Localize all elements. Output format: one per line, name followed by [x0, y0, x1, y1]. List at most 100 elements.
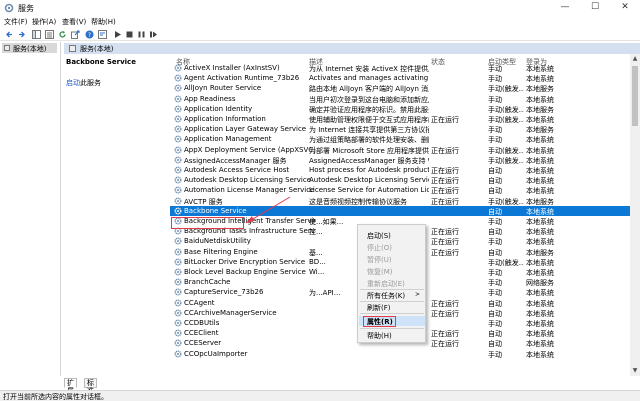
service-row[interactable]: Backbone Service 自动 本地系统 — [170, 205, 630, 216]
panel-header: 服务(本地) — [64, 43, 640, 54]
service-row[interactable]: CCOpcUaImporter 手动 本地系统 — [170, 349, 630, 359]
menu-file[interactable]: 文件(F) — [4, 17, 28, 27]
service-gear-icon — [174, 258, 182, 266]
service-name: App Readiness — [184, 94, 236, 103]
service-row[interactable]: Application Layer Gateway Service 为 Inter… — [170, 124, 630, 134]
service-row[interactable]: Agent Activation Runtime_73b26 Activates … — [170, 73, 630, 83]
service-gear-icon — [174, 278, 182, 286]
status-bar: 打开当前所选内容的属性对话框。 — [0, 390, 640, 401]
annotation-box-selected-service — [171, 217, 244, 229]
scrollbar-thumb[interactable] — [632, 66, 638, 126]
service-row[interactable]: App Readiness 当用户初次登录到这台电脑和添加新应用... 手动 本地系统 — [170, 94, 630, 104]
service-gear-icon — [174, 309, 182, 317]
submenu-arrow-icon: > — [414, 291, 420, 298]
console-tree-icon[interactable] — [31, 29, 42, 40]
context-menu-separator — [360, 328, 424, 329]
service-gear-icon — [174, 166, 182, 174]
context-menu-refresh[interactable]: 刷新(F) — [367, 303, 391, 313]
service-name: Application Information — [184, 115, 266, 123]
service-logon-as: 本地系统 — [526, 350, 554, 359]
list-view-icon[interactable] — [44, 29, 55, 40]
service-startup-type: 手动 — [488, 350, 502, 359]
services-node-icon — [4, 45, 10, 51]
service-gear-icon — [174, 146, 182, 154]
tab-standard[interactable]: 标准 — [84, 378, 97, 395]
refresh-icon[interactable] — [57, 29, 68, 40]
service-description: Activates and manages activating convers… — [309, 74, 429, 83]
tree-item-services-local[interactable]: 服务(本地) — [2, 43, 57, 53]
context-menu-all-tasks[interactable]: 所有任务(K) — [367, 291, 405, 301]
service-row[interactable]: Application Identity 确定并验证应用程序的标识。禁用此服务..… — [170, 104, 630, 114]
menu-help[interactable]: 帮助(H) — [91, 17, 116, 27]
service-row[interactable]: AVCTP 服务 这是音频视频控制传输协议服务 正在运行 手动(触发... 本地服务 — [170, 196, 630, 206]
export-icon[interactable] — [70, 29, 81, 40]
properties-icon[interactable] — [97, 29, 108, 40]
minimize-icon[interactable]: — — [550, 0, 580, 16]
service-name: Autodesk Access Service Host — [184, 166, 290, 174]
service-row[interactable]: AllJoyn Router Service 路由本地 AllJoyn 客户端的 … — [170, 83, 630, 93]
context-menu-start[interactable]: 启动(S) — [367, 231, 391, 241]
title-bar: 服务 — ☐ ✕ — [0, 0, 640, 16]
service-name: Base Filtering Engine — [184, 247, 258, 256]
service-row[interactable]: AssignedAccessManager 服务 AssignedAccessMa… — [170, 155, 630, 165]
context-menu-properties[interactable]: 属性(R) — [367, 317, 393, 327]
context-menu-separator — [360, 301, 424, 302]
toolbar: ? — [0, 28, 640, 41]
window-title: 服务 — [18, 4, 34, 13]
pause-icon[interactable] — [136, 29, 147, 40]
service-gear-icon — [174, 197, 182, 205]
service-name: BitLocker Drive Encryption Service — [184, 257, 306, 266]
services-app-icon — [4, 3, 14, 13]
menu-action[interactable]: 操作(A) — [32, 17, 56, 27]
service-name: Application Layer Gateway Service — [184, 125, 307, 134]
start-icon[interactable] — [112, 29, 123, 40]
service-name: Application Management — [184, 135, 272, 144]
context-menu-pause[interactable]: 暂停(U) — [367, 255, 392, 265]
service-gear-icon — [174, 64, 182, 72]
service-gear-icon — [174, 95, 182, 103]
service-description: Host process for Autodesk product a... — [309, 166, 429, 174]
service-name: CaptureService_73b26 — [184, 288, 264, 297]
service-name: Autodesk Desktop Licensing Service — [184, 176, 312, 185]
vertical-scrollbar[interactable]: ▲ ▼ — [630, 54, 640, 376]
service-gear-icon — [174, 329, 182, 337]
context-menu-restart[interactable]: 重新启动(E) — [367, 279, 405, 289]
service-row[interactable]: Autodesk Access Service Host Host process… — [170, 165, 630, 175]
scroll-down-icon[interactable]: ▼ — [630, 366, 640, 376]
service-name: CCEServer — [184, 339, 222, 348]
service-gear-icon — [174, 319, 182, 327]
tab-extended[interactable]: 扩展 — [64, 378, 77, 395]
service-gear-icon — [174, 125, 182, 133]
stop-icon[interactable] — [124, 29, 135, 40]
menu-view[interactable]: 查看(V) — [62, 17, 86, 27]
start-service-link[interactable]: 启动 — [66, 79, 80, 87]
start-service-link-line: 启动此服务 — [66, 78, 101, 88]
context-menu-help[interactable]: 帮助(H) — [367, 331, 392, 341]
service-row[interactable]: Application Information 使用辅助管理权限便于交互式应用程序… — [170, 114, 630, 124]
service-row[interactable]: Autodesk Desktop Licensing Service Autode… — [170, 175, 630, 185]
service-name: Automation License Manager Service — [184, 186, 315, 195]
maximize-icon[interactable]: ☐ — [580, 0, 610, 16]
scroll-up-icon[interactable]: ▲ — [630, 54, 640, 64]
service-gear-icon — [174, 156, 182, 164]
service-gear-icon — [174, 237, 182, 245]
service-name: AppX Deployment Service (AppXSVC) — [184, 145, 315, 154]
service-row[interactable]: AppX Deployment Service (AppXSVC) 为部署 Mic… — [170, 145, 630, 155]
service-gear-icon — [174, 135, 182, 143]
service-row[interactable]: Application Management 为通过组策略部署的软件处理安装、删除… — [170, 134, 630, 144]
service-row[interactable]: Automation License Manager Service Licens… — [170, 185, 630, 195]
back-arrow-icon[interactable] — [4, 29, 15, 40]
service-gear-icon — [174, 288, 182, 296]
help-icon[interactable]: ? — [84, 29, 95, 40]
context-menu-resume[interactable]: 恢复(M) — [367, 267, 393, 277]
service-row[interactable]: ActiveX Installer (AxInstSV) 为从 Internet … — [170, 63, 630, 73]
panel-header-label: 服务(本地) — [80, 45, 114, 53]
start-service-link-suffix: 此服务 — [80, 79, 101, 87]
close-icon[interactable]: ✕ — [610, 0, 640, 16]
service-name: CCDBUtils — [184, 319, 220, 327]
service-name: Agent Activation Runtime_73b26 — [184, 74, 300, 83]
forward-arrow-icon[interactable] — [16, 29, 27, 40]
service-name: Block Level Backup Engine Service — [184, 268, 306, 276]
context-menu-stop[interactable]: 停止(O) — [367, 243, 392, 253]
restart-icon[interactable] — [148, 29, 159, 40]
